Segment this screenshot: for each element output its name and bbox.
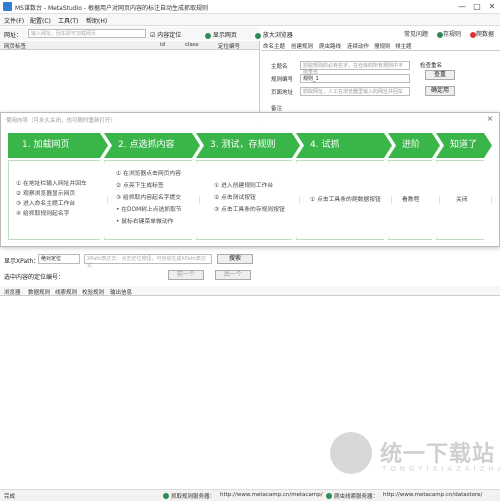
save-rule-button[interactable]: 存规则 bbox=[437, 29, 461, 38]
server-ok-icon bbox=[326, 493, 332, 499]
check-name-label: 检查重名 bbox=[420, 63, 443, 69]
rule-no-label: 规则编号 bbox=[271, 77, 294, 83]
server1-url[interactable]: http://www.metacamp.cn/metacamp/ bbox=[220, 492, 323, 498]
tab-continuous-action[interactable]: 连续动作 bbox=[347, 42, 369, 50]
wizard-hint: 使用向导（可永久关闭，也可随时重新打开） bbox=[6, 118, 117, 124]
list-item: • 鼠标右键菜单做动作 bbox=[116, 219, 174, 225]
step-load-page[interactable]: 1. 加载网页 bbox=[8, 133, 108, 158]
search-button[interactable]: 搜索 bbox=[217, 254, 253, 264]
tab-clue-rule[interactable]: 线索规则 bbox=[55, 288, 77, 296]
menu-help[interactable]: 帮助(H) bbox=[86, 16, 107, 25]
tab-search-rule[interactable]: 搜规则 bbox=[374, 42, 391, 50]
list-item: ③ 给抓取内容起名字提交 bbox=[116, 195, 182, 201]
tab-data-rule[interactable]: 数据规则 bbox=[28, 288, 50, 296]
tab-name-theme[interactable]: 命名主题 bbox=[263, 42, 285, 50]
list-item: ① 在浏览器点击网页内容 bbox=[116, 171, 182, 177]
watermark-subtitle: TONGYIXIAZAIZHAN bbox=[382, 465, 500, 473]
maximize-button[interactable]: □ bbox=[470, 1, 484, 12]
url-label: 网址： bbox=[4, 32, 23, 39]
bottom-tabs: 浏览器 数据规则 线索规则 校验规则 输出信息 bbox=[0, 286, 500, 296]
list-item: ② 观察浏览器显示网页 bbox=[16, 191, 76, 197]
prev-button[interactable]: 前一个 bbox=[168, 270, 204, 280]
list-item: ③ 进入命名主题工作台 bbox=[16, 201, 76, 207]
list-item: ① 点击工具条的爬数据按钮 bbox=[310, 197, 381, 203]
note-label: 备注 bbox=[271, 106, 283, 112]
right-tabs: 命名主题 创建规则 爬虫路线 连续动作 搜规则 排主题 bbox=[261, 41, 500, 51]
list-item: ② 点击测试按钮 bbox=[214, 195, 256, 201]
step-test-save[interactable]: 3. 测试，存规则 bbox=[196, 133, 300, 158]
check-icon bbox=[255, 32, 261, 39]
tab-browser[interactable]: 浏览器 bbox=[4, 288, 21, 296]
step-select-content[interactable]: 2. 点选抓内容 bbox=[104, 133, 200, 158]
next-button[interactable]: 后一个 bbox=[215, 270, 251, 280]
page-url-input[interactable]: 抓取网址，人工在浏览器里输入的网址并回车 bbox=[300, 87, 410, 96]
status-bar: 完成 抓取规则服务器： http://www.metacamp.cn/metac… bbox=[0, 489, 500, 501]
menu-config[interactable]: 配置(C) bbox=[30, 16, 51, 25]
server2-label: 爬虫线索服务器： bbox=[334, 494, 379, 500]
close-link[interactable]: 关闭 bbox=[456, 194, 468, 203]
check-icon bbox=[205, 32, 211, 39]
server-ok-icon bbox=[163, 493, 169, 499]
faq-button[interactable]: 常见问题 bbox=[404, 29, 428, 38]
zoom-browser-toggle[interactable]: 放大浏览器 bbox=[255, 30, 293, 39]
list-item: ② 点亮下生成标签 bbox=[116, 183, 164, 189]
node-no-label: 选中内容的定位编号： bbox=[4, 274, 65, 281]
col-id[interactable]: id bbox=[160, 42, 165, 48]
xpath-input[interactable]: XPath表达式：点击定位按钮，可自动生成XPath表达式 bbox=[84, 254, 212, 269]
col-class[interactable]: class bbox=[185, 42, 199, 48]
tab-crawl-route[interactable]: 爬虫路线 bbox=[319, 42, 341, 50]
xpath-mode-select[interactable]: 绝对定位 bbox=[38, 254, 80, 264]
tab-create-rule[interactable]: 创建规则 bbox=[291, 42, 313, 50]
watermark-logo-icon bbox=[330, 432, 372, 474]
watermark: 统一下载站 TONGYIXIAZAIZHAN bbox=[330, 432, 500, 482]
step-got-it[interactable]: 知道了 bbox=[436, 133, 492, 158]
list-item: ③ 点击工具条的存规则按钮 bbox=[214, 207, 285, 213]
tab-verify-rule[interactable]: 校验规则 bbox=[82, 288, 104, 296]
locate-checkbox[interactable]: ☑ 内容定位 bbox=[150, 30, 181, 39]
status-text: 完成 bbox=[4, 494, 16, 500]
col-tag[interactable]: 网页标签 bbox=[4, 42, 26, 50]
crawl-button[interactable]: 爬数据 bbox=[470, 29, 494, 38]
close-window-button[interactable]: ✕ bbox=[485, 1, 499, 12]
server2-url[interactable]: http://www.metacamp.cn/datastore/ bbox=[383, 492, 482, 498]
list-item: ① 进入创建规则工作台 bbox=[214, 183, 274, 189]
xpath-row: 显示XPath： 绝对定位 XPath表达式：点击定位按钮，可自动生成XPath… bbox=[0, 253, 500, 269]
window-title: MS谋数台 - MetaStudio - 根据用户对网页内容的标注自动生成抓取规… bbox=[15, 5, 208, 12]
watermark-title: 统一下载站 bbox=[380, 442, 496, 467]
step-trial-crawl[interactable]: 4. 试抓 bbox=[296, 133, 392, 158]
list-item: • 在DOM树上点选抓取节 bbox=[116, 207, 182, 213]
table-header: 网页标签 id class 定位编号 bbox=[0, 41, 259, 50]
page-url-label: 页面地址 bbox=[271, 90, 294, 96]
tutorial-link[interactable]: 看教程 bbox=[402, 194, 419, 203]
menu-file[interactable]: 文件(F) bbox=[4, 16, 24, 25]
wizard-close-icon[interactable]: × bbox=[485, 114, 495, 124]
confirm-button[interactable]: 确定用 bbox=[425, 86, 455, 96]
menu-tools[interactable]: 工具(T) bbox=[58, 16, 78, 25]
query-button[interactable]: 查重 bbox=[425, 70, 455, 80]
rule-no-input[interactable]: 规则_1 bbox=[300, 74, 410, 83]
list-item: ④ 给抓取规则起名字 bbox=[16, 211, 70, 217]
url-input[interactable]: 输入网址，回车即可加载网页 bbox=[28, 29, 146, 38]
show-page-toggle[interactable]: 显示网页 bbox=[205, 30, 237, 39]
theme-name-input[interactable]: 抓取规则的必有名字，在仓库的所有规则中不能重名 bbox=[300, 61, 410, 75]
app-icon bbox=[3, 2, 12, 11]
menu-bar: 文件(F) 配置(C) 工具(T) 帮助(H) bbox=[0, 14, 500, 26]
xpath-label: 显示XPath： bbox=[4, 258, 40, 265]
tab-output[interactable]: 输出信息 bbox=[110, 288, 132, 296]
server1-label: 抓取规则服务器： bbox=[171, 494, 216, 500]
list-item: ① 在地址栏输入网址并回车 bbox=[16, 181, 87, 187]
tab-sort-theme[interactable]: 排主题 bbox=[395, 42, 412, 50]
col-locate-no[interactable]: 定位编号 bbox=[218, 42, 240, 50]
minimize-button[interactable]: — bbox=[455, 1, 469, 12]
theme-name-label: 主题名 bbox=[271, 64, 288, 70]
title-bar: MS谋数台 - MetaStudio - 根据用户对网页内容的标注自动生成抓取规… bbox=[0, 0, 500, 14]
